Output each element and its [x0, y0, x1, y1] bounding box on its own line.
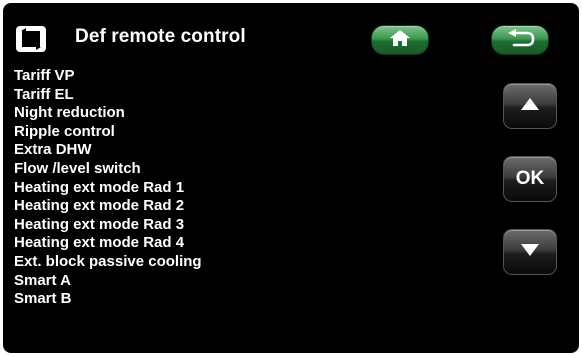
list-item[interactable]: Night reduction [14, 104, 202, 123]
home-button[interactable] [371, 25, 429, 55]
list-item[interactable]: Smart A [14, 272, 202, 291]
page-title: Def remote control [75, 26, 246, 47]
ok-label: OK [515, 168, 545, 189]
list-item[interactable]: Extra DHW [14, 141, 202, 160]
remote-control-list: Tariff VP Tariff EL Night reduction Ripp… [14, 67, 202, 309]
triangle-down-icon [520, 243, 540, 262]
list-item[interactable]: Heating ext mode Rad 3 [14, 216, 202, 235]
list-item[interactable]: Flow /level switch [14, 160, 202, 179]
list-item[interactable]: Tariff EL [14, 86, 202, 105]
home-icon [389, 29, 411, 52]
scroll-up-button[interactable] [503, 83, 557, 129]
triangle-up-icon [520, 97, 540, 116]
list-item[interactable]: Tariff VP [14, 67, 202, 86]
return-arrow-icon [505, 28, 535, 52]
list-item[interactable]: Ext. block passive cooling [14, 253, 202, 272]
list-item[interactable]: Heating ext mode Rad 1 [14, 179, 202, 198]
list-item[interactable]: Smart B [14, 290, 202, 309]
scroll-down-button[interactable] [503, 229, 557, 275]
ok-button[interactable]: OK [503, 156, 557, 202]
back-button[interactable] [491, 25, 549, 55]
list-item[interactable]: Heating ext mode Rad 4 [14, 234, 202, 253]
list-item[interactable]: Ripple control [14, 123, 202, 142]
list-item[interactable]: Heating ext mode Rad 2 [14, 197, 202, 216]
header: Def remote control [3, 3, 579, 65]
remote-control-icon [15, 25, 47, 53]
screen: Def remote control Tariff VP Tariff EL N… [3, 3, 579, 353]
